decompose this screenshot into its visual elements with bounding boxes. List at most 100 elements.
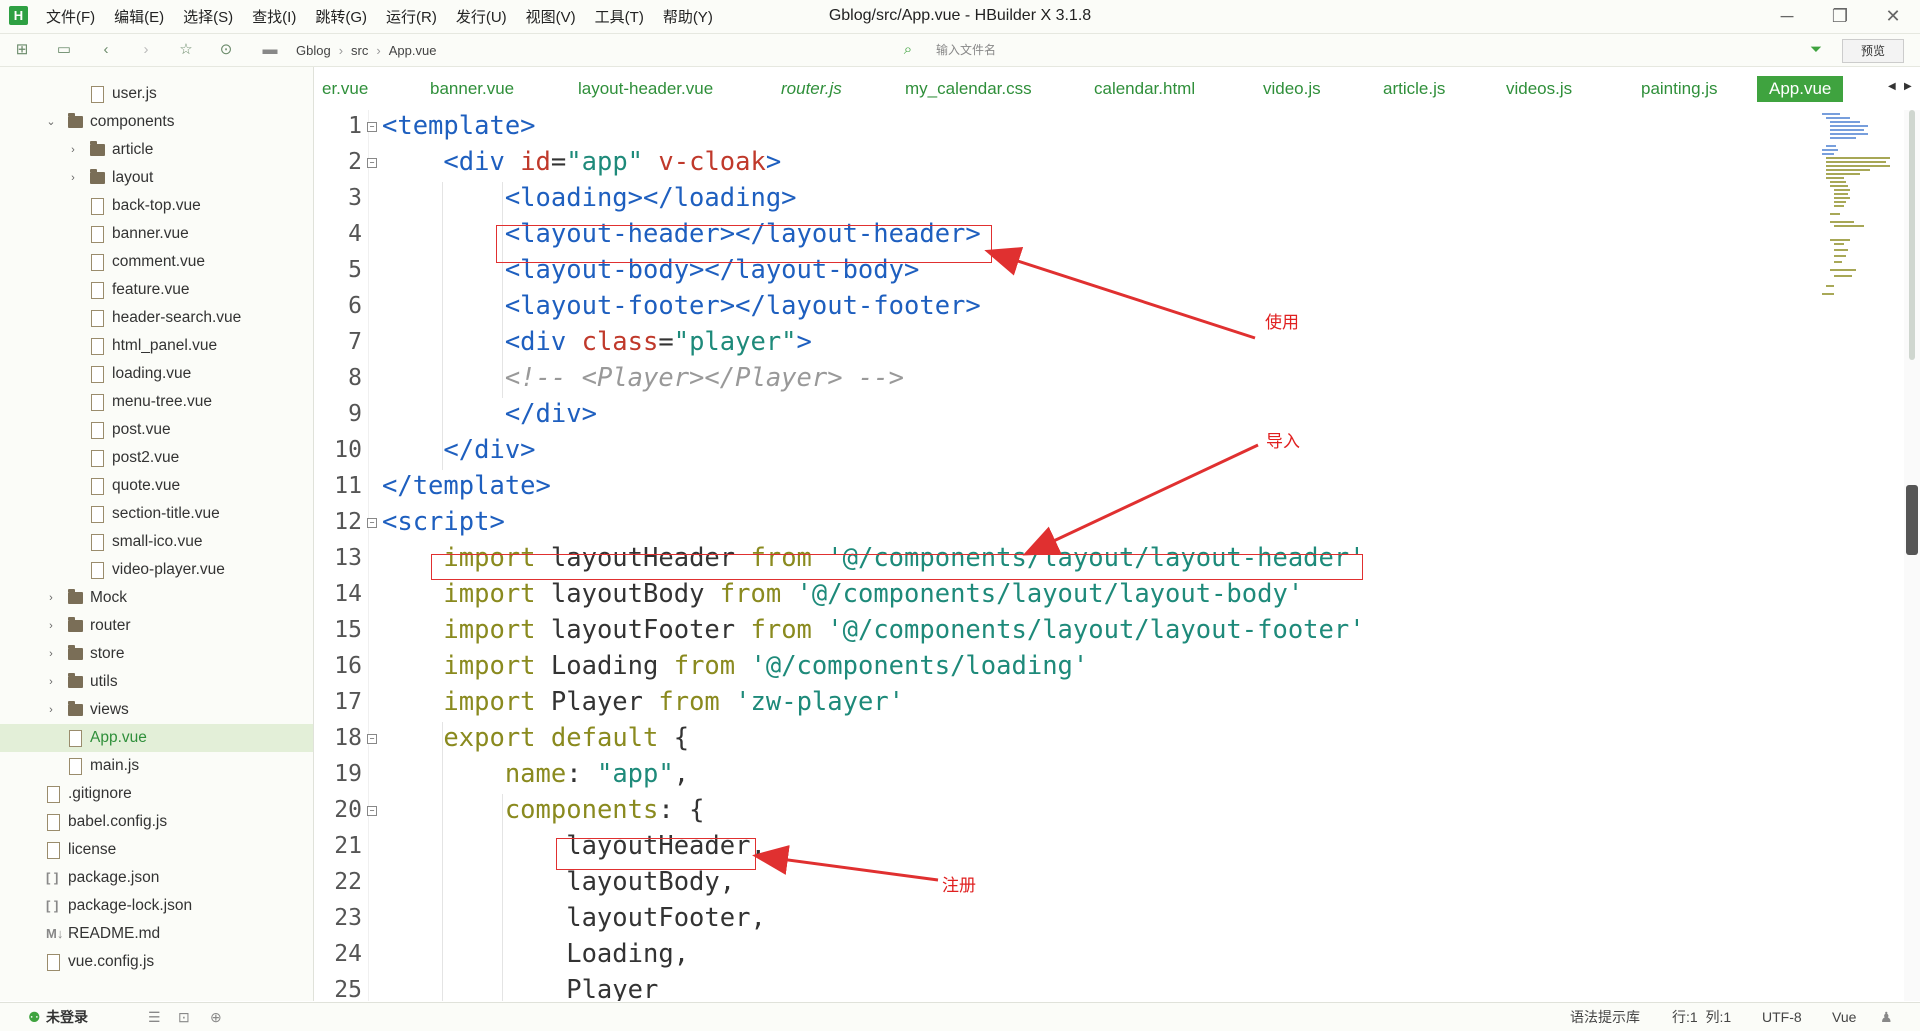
menu-run[interactable]: 运行(R) xyxy=(386,6,437,27)
tree-folder[interactable]: › store xyxy=(0,640,313,668)
cursor-position[interactable]: 行:1 列:1 xyxy=(1672,1003,1731,1031)
filter-icon[interactable]: ⏷ xyxy=(1806,40,1826,60)
preview-button[interactable]: 预览 xyxy=(1842,39,1904,63)
code-line[interactable]: 25 Player xyxy=(314,972,1814,1001)
fold-toggle-icon[interactable]: − xyxy=(367,518,377,528)
tab-scroll-left-icon[interactable]: ◀ xyxy=(1888,81,1896,92)
editor-tab[interactable]: my_calendar.css xyxy=(905,76,1032,102)
forward-icon[interactable]: › xyxy=(136,40,156,60)
code-line[interactable]: 15 import layoutFooter from '@/component… xyxy=(314,612,1814,648)
editor-tab[interactable]: article.js xyxy=(1383,76,1445,102)
tree-file[interactable]: babel.config.js xyxy=(0,808,313,836)
code-line[interactable]: 1− <template> xyxy=(314,110,1814,144)
editor-tab[interactable]: calendar.html xyxy=(1094,76,1195,102)
tree-file[interactable]: html_panel.vue xyxy=(0,332,313,360)
code-line[interactable]: 14 import layoutBody from '@/components/… xyxy=(314,576,1814,612)
minimap[interactable] xyxy=(1820,110,1900,310)
chevron-right-icon[interactable]: › xyxy=(44,584,58,612)
tree-folder[interactable]: › router xyxy=(0,612,313,640)
chevron-right-icon[interactable]: › xyxy=(66,164,80,192)
favorite-star-icon[interactable]: ☆ xyxy=(176,40,196,60)
menu-tools[interactable]: 工具(T) xyxy=(595,6,644,27)
console-icon[interactable]: ⊡ xyxy=(178,1003,190,1031)
chevron-right-icon[interactable]: › xyxy=(44,612,58,640)
outline-icon[interactable]: ☰ xyxy=(148,1003,161,1031)
maximize-button[interactable]: ❐ xyxy=(1815,0,1865,33)
code-line[interactable]: 20− components: { xyxy=(314,792,1814,828)
editor-tab[interactable]: router.js xyxy=(781,76,842,102)
tree-file[interactable]: user.js xyxy=(0,80,313,108)
close-button[interactable]: ✕ xyxy=(1868,0,1918,33)
tree-file[interactable]: feature.vue xyxy=(0,276,313,304)
menu-view[interactable]: 视图(V) xyxy=(526,6,576,27)
run-icon[interactable]: ⊙ xyxy=(216,40,236,60)
tree-file[interactable]: vue.config.js xyxy=(0,948,313,976)
menu-help[interactable]: 帮助(Y) xyxy=(663,6,713,27)
tree-file[interactable]: App.vue xyxy=(0,724,313,752)
chevron-down-icon[interactable]: ⌄ xyxy=(44,108,58,136)
menu-select[interactable]: 选择(S) xyxy=(183,6,233,27)
menu-edit[interactable]: 编辑(E) xyxy=(114,6,164,27)
vertical-scrollbar[interactable] xyxy=(1904,110,1920,1001)
code-line[interactable]: 10 </div> xyxy=(314,432,1814,468)
editor-tab[interactable]: App.vue xyxy=(1757,76,1844,102)
code-line[interactable]: 21 layoutHeader, xyxy=(314,828,1814,864)
tab-scroll-right-icon[interactable]: ▶ xyxy=(1904,81,1912,92)
fold-toggle-icon[interactable]: − xyxy=(367,734,377,744)
scrollbar-thumb[interactable] xyxy=(1909,110,1915,360)
code-line[interactable]: 17 import Player from 'zw-player' xyxy=(314,684,1814,720)
fold-toggle-icon[interactable]: − xyxy=(367,158,377,168)
tree-file[interactable]: comment.vue xyxy=(0,248,313,276)
tree-folder[interactable]: › article xyxy=(0,136,313,164)
code-line[interactable]: 8 <!-- <Player></Player> --> xyxy=(314,360,1814,396)
tree-file[interactable]: quote.vue xyxy=(0,472,313,500)
save-icon[interactable]: ▭ xyxy=(54,40,74,60)
code-line[interactable]: 12− <script> xyxy=(314,504,1814,540)
code-line[interactable]: 2− <div id="app" v-cloak> xyxy=(314,144,1814,180)
tree-file[interactable]: [ ] package-lock.json xyxy=(0,892,313,920)
chevron-right-icon[interactable]: › xyxy=(44,668,58,696)
tree-file[interactable]: [ ] package.json xyxy=(0,864,313,892)
code-line[interactable]: 23 layoutFooter, xyxy=(314,900,1814,936)
user-icon[interactable]: ⚉ xyxy=(28,1003,41,1031)
notification-bell-icon[interactable]: ♟ xyxy=(1880,1003,1893,1031)
code-line[interactable]: 19 name: "app", xyxy=(314,756,1814,792)
editor-tab[interactable]: banner.vue xyxy=(430,76,514,102)
tree-file[interactable]: back-top.vue xyxy=(0,192,313,220)
tree-file[interactable]: menu-tree.vue xyxy=(0,388,313,416)
tree-file[interactable]: section-title.vue xyxy=(0,500,313,528)
syntax-library-status[interactable]: 语法提示库 xyxy=(1570,1003,1640,1031)
menu-publish[interactable]: 发行(U) xyxy=(456,6,507,27)
menu-file[interactable]: 文件(F) xyxy=(46,6,95,27)
tree-file[interactable]: loading.vue xyxy=(0,360,313,388)
chevron-right-icon[interactable]: › xyxy=(44,640,58,668)
editor-tab[interactable]: layout-header.vue xyxy=(578,76,713,102)
tree-file[interactable]: post2.vue xyxy=(0,444,313,472)
tree-file[interactable]: M↓ README.md xyxy=(0,920,313,948)
tree-file[interactable]: license xyxy=(0,836,313,864)
chevron-right-icon[interactable]: › xyxy=(44,696,58,724)
tree-folder[interactable]: ⌄ components xyxy=(0,108,313,136)
tree-file[interactable]: header-search.vue xyxy=(0,304,313,332)
tree-folder[interactable]: › views xyxy=(0,696,313,724)
back-icon[interactable]: ‹ xyxy=(96,40,116,60)
file-search-input[interactable]: 输入文件名 xyxy=(936,41,996,58)
tree-file[interactable]: small-ico.vue xyxy=(0,528,313,556)
menu-find[interactable]: 查找(I) xyxy=(252,6,296,27)
fold-toggle-icon[interactable]: − xyxy=(367,122,377,132)
code-line[interactable]: 9 </div> xyxy=(314,396,1814,432)
code-line[interactable]: 6 <layout-footer></layout-footer> xyxy=(314,288,1814,324)
encoding-status[interactable]: UTF-8 xyxy=(1762,1003,1802,1031)
code-line[interactable]: 11 </template> xyxy=(314,468,1814,504)
breadcrumb-item[interactable]: App.vue xyxy=(389,43,437,58)
language-mode[interactable]: Vue xyxy=(1832,1003,1856,1031)
editor-tab[interactable]: er.vue xyxy=(322,76,368,102)
menu-goto[interactable]: 跳转(G) xyxy=(315,6,367,27)
tree-folder[interactable]: › Mock xyxy=(0,584,313,612)
new-file-icon[interactable]: ⊞ xyxy=(12,40,32,60)
tree-file[interactable]: banner.vue xyxy=(0,220,313,248)
code-line[interactable]: 22 layoutBody, xyxy=(314,864,1814,900)
editor-tab[interactable]: video.js xyxy=(1263,76,1321,102)
code-line[interactable]: 16 import Loading from '@/components/loa… xyxy=(314,648,1814,684)
login-status[interactable]: 未登录 xyxy=(46,1003,88,1031)
